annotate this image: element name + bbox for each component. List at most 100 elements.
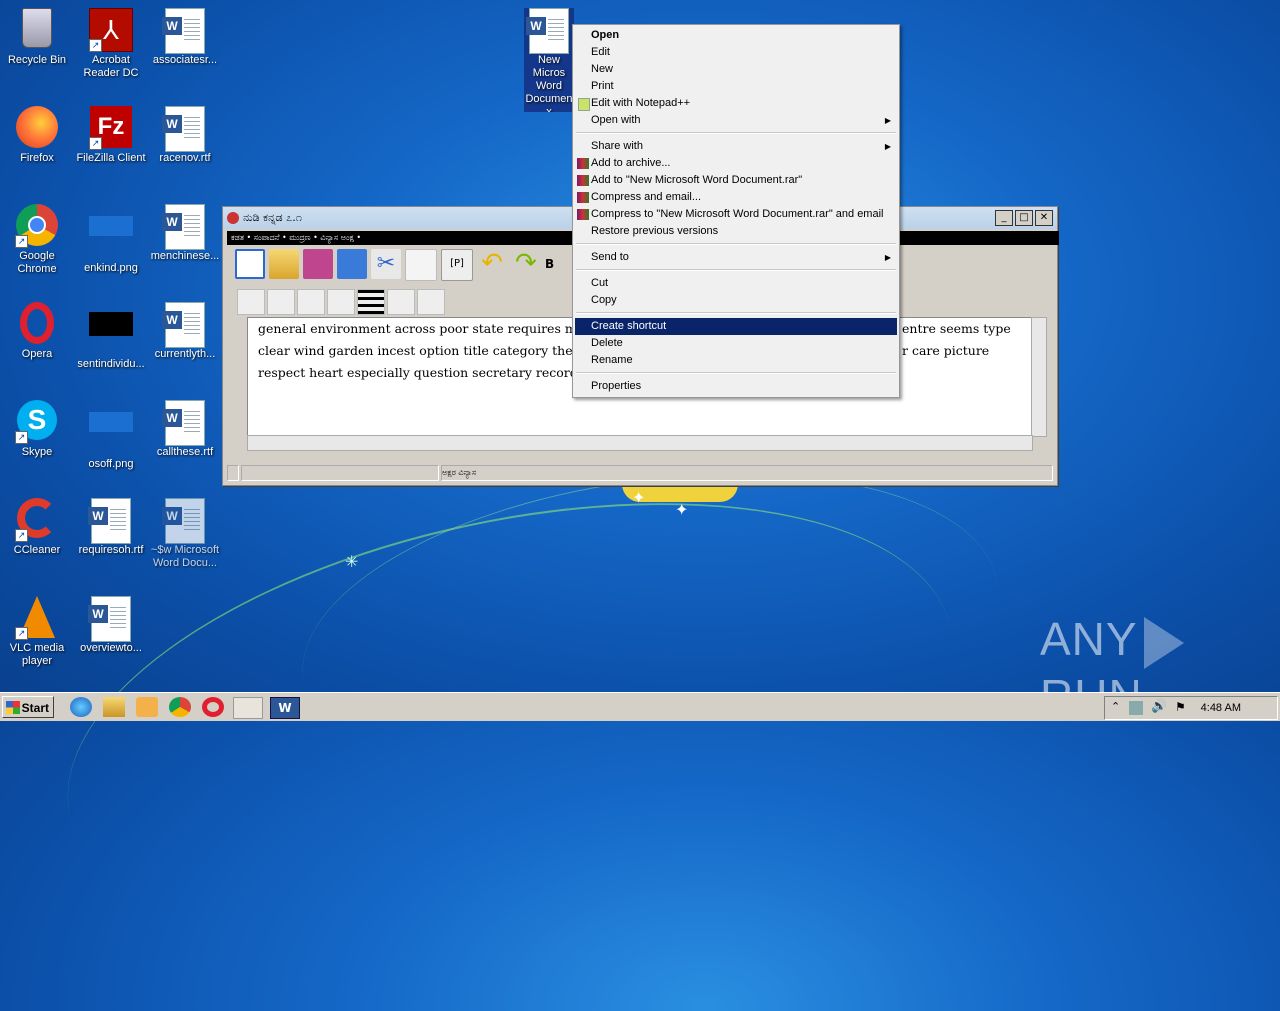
firefox-icon bbox=[16, 106, 58, 148]
maximize-button[interactable]: □ bbox=[1015, 210, 1033, 226]
desktop-icon-requiresoh[interactable]: W requiresoh.rtf bbox=[74, 498, 148, 557]
menu-item-copy[interactable]: Copy bbox=[575, 292, 897, 309]
close-button[interactable]: ✕ bbox=[1035, 210, 1053, 226]
menu-item-add-to-archive[interactable]: Add to archive... bbox=[575, 155, 897, 172]
editor-line-fragment: entre seems type bbox=[902, 321, 1011, 336]
desktop-icon-firefox[interactable]: Firefox bbox=[0, 106, 74, 165]
desktop-icon-recycle-bin[interactable]: Recycle Bin bbox=[0, 8, 74, 67]
outdent-icon[interactable] bbox=[417, 289, 445, 315]
save-icon[interactable] bbox=[303, 249, 333, 279]
align-left-icon[interactable] bbox=[237, 289, 265, 315]
show-hidden-icons-icon[interactable]: ⌃ bbox=[1111, 700, 1120, 713]
numbered-list-icon[interactable] bbox=[357, 289, 385, 315]
chrome-taskbar-icon[interactable] bbox=[169, 697, 191, 717]
menu-item-new[interactable]: New bbox=[575, 61, 897, 78]
desktop-icon-acrobat[interactable]: ⅄ ↗ Acrobat Reader DC bbox=[74, 8, 148, 80]
new-file-icon[interactable] bbox=[235, 249, 265, 279]
nudi-taskbar-button[interactable] bbox=[233, 697, 263, 719]
menu-item-compress-email[interactable]: Compress and email... bbox=[575, 189, 897, 206]
internet-explorer-icon[interactable] bbox=[70, 697, 92, 717]
desktop-icon-callthese[interactable]: W callthese.rtf bbox=[148, 400, 222, 459]
menu-item-restore-versions[interactable]: Restore previous versions bbox=[575, 223, 897, 240]
status-text: ಅಕ್ಷರ ವಿನ್ಯಾಸ bbox=[441, 465, 1053, 481]
menu-item-create-shortcut[interactable]: Create shortcut bbox=[575, 318, 897, 335]
word-document-icon: W bbox=[162, 400, 205, 446]
minimize-button[interactable]: _ bbox=[995, 210, 1013, 226]
vertical-scrollbar[interactable] bbox=[1031, 317, 1047, 437]
file-explorer-icon[interactable] bbox=[103, 697, 125, 717]
menu-separator bbox=[576, 132, 896, 134]
desktop-icon-osoff[interactable]: osoff.png bbox=[74, 400, 148, 471]
desktop-icon-enkind[interactable]: enkind.png bbox=[74, 204, 148, 275]
desktop-icon-new-word-document[interactable]: W New Micros Word Documen x bbox=[524, 8, 574, 112]
menu-item-compress-to-rar-email[interactable]: Compress to "New Microsoft Word Document… bbox=[575, 206, 897, 223]
desktop-icon-ccleaner[interactable]: ↗ CCleaner bbox=[0, 498, 74, 557]
redo-icon[interactable]: ↷ bbox=[511, 249, 541, 279]
menu-item-open-with[interactable]: Open with ▶ bbox=[575, 112, 897, 129]
opera-taskbar-icon[interactable] bbox=[202, 697, 224, 717]
align-right-icon[interactable] bbox=[297, 289, 325, 315]
desktop-icon-vlc[interactable]: ↗ VLC media player bbox=[0, 596, 74, 668]
desktop-icon-associatesr[interactable]: W associatesr... bbox=[148, 8, 222, 67]
network-icon[interactable] bbox=[1129, 701, 1143, 715]
copy-icon[interactable] bbox=[405, 249, 437, 281]
menu-item-edit-notepadpp[interactable]: Edit with Notepad++ bbox=[575, 95, 897, 112]
desktop-icon-filezilla[interactable]: Fz ↗ FileZilla Client bbox=[74, 106, 148, 165]
menu-item-print[interactable]: Print bbox=[575, 78, 897, 95]
menu-item-open[interactable]: Open bbox=[575, 27, 897, 44]
action-center-flag-icon[interactable]: ⚑ bbox=[1175, 700, 1186, 714]
desktop-icon-opera[interactable]: Opera bbox=[0, 302, 74, 361]
horizontal-scrollbar[interactable] bbox=[247, 435, 1033, 451]
clock[interactable]: 4:48 AM bbox=[1201, 697, 1241, 719]
align-center-icon[interactable] bbox=[267, 289, 295, 315]
menu-item-share-with[interactable]: Share with ▶ bbox=[575, 138, 897, 155]
volume-icon[interactable]: 🔊 bbox=[1151, 699, 1167, 714]
desktop-icon-label: requiresoh.rtf bbox=[78, 544, 144, 556]
menu-item-properties[interactable]: Properties bbox=[575, 378, 897, 395]
desktop-icon-label: Acrobat Reader DC bbox=[83, 54, 139, 79]
menu-item-delete[interactable]: Delete bbox=[575, 335, 897, 352]
media-player-icon[interactable] bbox=[136, 697, 158, 717]
menu-item-cut[interactable]: Cut bbox=[575, 275, 897, 292]
recycle-bin-icon bbox=[22, 8, 52, 48]
menu-item-edit[interactable]: Edit bbox=[575, 44, 897, 61]
desktop-icon-google-chrome[interactable]: ↗ Google Chrome bbox=[0, 204, 74, 276]
notepadpp-icon bbox=[578, 98, 590, 111]
cut-icon[interactable]: ✂ bbox=[371, 249, 401, 279]
submenu-arrow-icon: ▶ bbox=[884, 142, 891, 151]
desktop-icon-racenov[interactable]: W racenov.rtf bbox=[148, 106, 222, 165]
desktop-icon-sentindividu[interactable]: sentindividu... bbox=[74, 302, 148, 371]
desktop-icon-label: FileZilla Client bbox=[76, 152, 146, 164]
desktop-icon-menchinese[interactable]: W menchinese... bbox=[148, 204, 222, 263]
undo-icon[interactable]: ↶ bbox=[477, 249, 507, 279]
word-document-icon: W bbox=[88, 596, 131, 642]
desktop-icon-overviewto[interactable]: W overviewto... bbox=[74, 596, 148, 655]
desktop-icon-skype[interactable]: S ↗ Skype bbox=[0, 400, 74, 459]
submenu-arrow-icon: ▶ bbox=[884, 253, 891, 262]
bold-button[interactable]: B bbox=[545, 249, 559, 279]
word-document-icon: W bbox=[162, 8, 205, 54]
windows-logo-icon bbox=[6, 701, 20, 714]
print-icon[interactable] bbox=[337, 249, 367, 279]
system-tray: ⌃ 🔊 ⚑ 4:48 AM bbox=[1104, 696, 1278, 720]
taskbar: Start W ⌃ 🔊 ⚑ 4:48 AM bbox=[0, 692, 1280, 721]
desktop-icon-currentlyth[interactable]: W currentlyth... bbox=[148, 302, 222, 361]
indent-icon[interactable] bbox=[387, 289, 415, 315]
word-document-icon: W bbox=[162, 302, 205, 348]
menu-item-rename[interactable]: Rename bbox=[575, 352, 897, 369]
context-menu[interactable]: Open Edit New Print Edit with Notepad++ … bbox=[572, 24, 900, 398]
desktop-icon-label: Opera bbox=[21, 348, 53, 360]
justify-icon[interactable] bbox=[327, 289, 355, 315]
desktop-icon-label: menchinese... bbox=[150, 250, 220, 262]
menu-item-send-to[interactable]: Send to ▶ bbox=[575, 249, 897, 266]
desktop-icon-temp-word-doc[interactable]: W ~$w Microsoft Word Docu... bbox=[148, 498, 222, 570]
wallpaper-sparkle: ✦ bbox=[675, 500, 689, 519]
menu-item-add-to-rar[interactable]: Add to "New Microsoft Word Document.rar" bbox=[575, 172, 897, 189]
start-button[interactable]: Start bbox=[2, 696, 54, 718]
open-folder-icon[interactable] bbox=[269, 249, 299, 279]
winrar-icon bbox=[577, 209, 589, 220]
paste-button[interactable]: [P] bbox=[441, 249, 473, 281]
format-toolbar bbox=[237, 289, 445, 315]
desktop-icon-label: racenov.rtf bbox=[159, 152, 211, 164]
word-taskbar-button[interactable]: W bbox=[270, 697, 300, 719]
